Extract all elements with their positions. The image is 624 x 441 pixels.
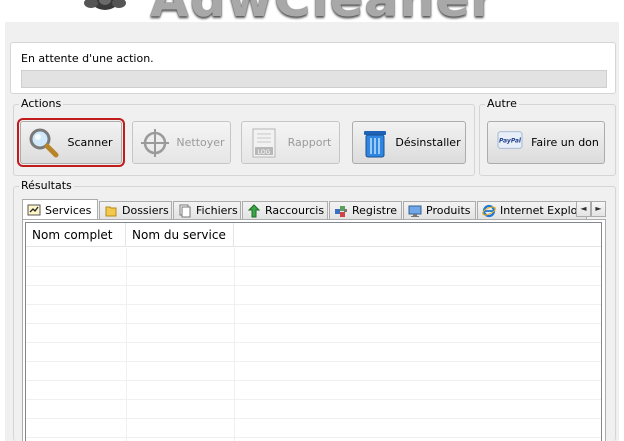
services-tab-panel: Nom complet Nom du service [22,219,606,441]
status-message: En attente d'une action. [21,52,154,65]
list-body [26,248,601,441]
tab-scroll-right-button[interactable]: ► [591,201,606,217]
status-panel: En attente d'une action. [10,42,616,94]
tab-label: Fichiers [196,204,238,217]
nettoyer-button-label: Nettoyer [176,136,225,149]
desinstaller-button-label: Désinstaller [395,136,461,149]
rapport-button-label: Rapport [287,136,332,149]
folder-icon [105,206,117,216]
tab-raccourcis[interactable]: Raccourcis [242,201,328,219]
tab-label: Dossiers [122,204,169,217]
tab-label: Raccourcis [265,204,325,217]
donate-button-label: Faire un don [531,136,599,149]
tab-dossiers[interactable]: Dossiers [99,201,172,219]
registry-icon [335,205,347,217]
rapport-button[interactable]: LOG Rapport [241,121,340,164]
actions-group-title: Actions [19,97,64,110]
mascot-icon [84,0,126,10]
tab-label: Produits [426,204,471,217]
results-tabstrip: Services Dossiers Fichiers Raccourcis Re… [22,199,608,219]
svg-text:LOG: LOG [258,149,271,156]
column-header-nom-du-service[interactable]: Nom du service [126,223,234,247]
services-list[interactable]: Nom complet Nom du service [25,222,602,441]
trash-bin-icon [364,131,386,158]
files-icon [179,204,191,217]
column-header-nom-complet[interactable]: Nom complet [26,223,126,247]
tab-label: Internet Explor [500,204,582,217]
tab-label: Services [45,203,92,217]
donate-button[interactable]: PayPal Faire un don [487,121,605,164]
list-header: Nom complet Nom du service [26,223,601,247]
tab-label: Registre [352,204,398,217]
nettoyer-button[interactable]: Nettoyer [132,121,231,164]
column-divider [234,248,235,441]
results-group-title: Résultats [19,179,74,192]
column-divider [126,248,127,441]
scanner-button[interactable]: Scanner [17,118,125,167]
app-logo-text: AdwCleaner [150,0,496,22]
tab-produits[interactable]: Produits [403,201,476,219]
paypal-logo-text: PayPal [499,137,522,144]
internet-explorer-icon [482,204,496,217]
monitor-icon [408,205,422,217]
paypal-icon: PayPal [497,131,523,149]
tab-services[interactable]: Services [22,199,98,219]
tab-fichiers[interactable]: Fichiers [173,201,241,219]
tab-scroll-left-button[interactable]: ◄ [576,201,591,217]
desinstaller-button[interactable]: Désinstaller [352,121,466,164]
autre-group-title: Autre [485,97,519,110]
shortcut-arrow-icon [247,203,261,217]
tab-registre[interactable]: Registre [329,201,402,219]
scanner-button-label: Scanner [67,136,113,149]
app-banner: AdwCleaner [0,0,624,22]
log-file-icon: LOG [252,128,276,158]
tab-internet-explorer[interactable]: Internet Explor [477,201,587,219]
magnifier-icon [29,128,59,158]
crosshair-icon [141,129,169,157]
services-icon [27,204,41,216]
progress-bar [21,70,607,88]
